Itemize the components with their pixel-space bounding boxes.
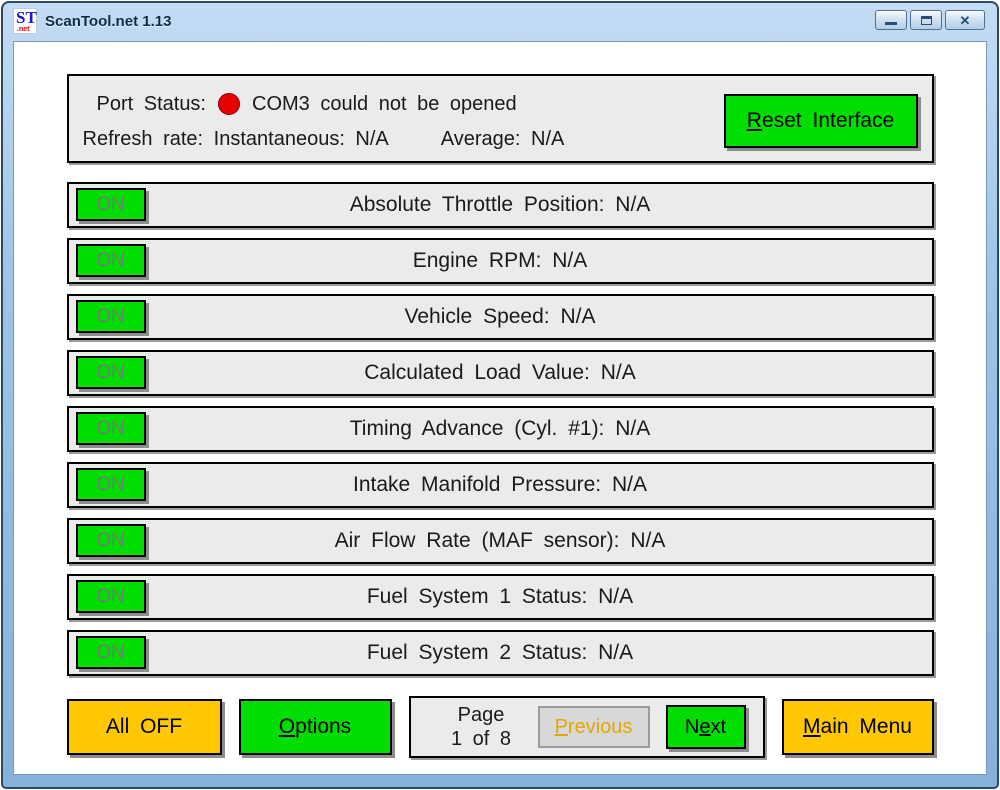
window-title: ScanTool.net 1.13 (45, 13, 171, 30)
next-page-button[interactable]: Next (666, 705, 746, 749)
page-panel: Page 1 of 8 Previous Next (409, 696, 765, 758)
page-number: 1 of 8 (429, 727, 534, 751)
port-status-label: Port Status: (97, 93, 207, 116)
next-label-pre: N (685, 716, 699, 738)
sensor-label: Absolute Throttle Position: N/A (69, 184, 932, 226)
main-menu-button[interactable]: Main Menu (782, 699, 934, 755)
previous-label-rest: revious (568, 716, 632, 738)
sensor-row-timing-advance: Timing Advance (Cyl. #1): N/A ON (67, 406, 934, 452)
sensor-label: Timing Advance (Cyl. #1): N/A (69, 408, 932, 450)
sensor-row-vehicle-speed: Vehicle Speed: N/A ON (67, 294, 934, 340)
all-off-button[interactable]: All OFF (67, 699, 222, 755)
titlebar[interactable]: ST .net ScanTool.net 1.13 ✕ (3, 3, 997, 39)
sensor-toggle-button[interactable]: ON (76, 524, 146, 557)
reset-label-rest: eset Interface (762, 109, 894, 132)
sensor-row-intake-manifold-pressure: Intake Manifold Pressure: N/A ON (67, 462, 934, 508)
next-label-key: e (699, 716, 710, 738)
reset-interface-button[interactable]: Reset Interface (724, 94, 918, 148)
sensor-toggle-button[interactable]: ON (76, 188, 146, 221)
next-label-rest: xt (711, 716, 727, 738)
sensor-toggle-button[interactable]: ON (76, 244, 146, 277)
sensor-label: Fuel System 2 Status: N/A (69, 632, 932, 674)
close-icon: ✕ (960, 14, 971, 27)
port-status-message: COM3 could not be opened (252, 93, 517, 116)
sensor-label: Air Flow Rate (MAF sensor): N/A (69, 520, 932, 562)
close-button[interactable]: ✕ (945, 10, 985, 30)
sensor-label: Vehicle Speed: N/A (69, 296, 932, 338)
sensor-toggle-button[interactable]: ON (76, 468, 146, 501)
sensor-label: Intake Manifold Pressure: N/A (69, 464, 932, 506)
options-label-key: O (279, 715, 295, 738)
sensor-toggle-button[interactable]: ON (76, 356, 146, 389)
maximize-button[interactable] (910, 10, 942, 30)
sensor-row-fuel-system-2-status: Fuel System 2 Status: N/A ON (67, 630, 934, 676)
sensor-label: Calculated Load Value: N/A (69, 352, 932, 394)
window-controls: ✕ (875, 10, 985, 30)
options-label-rest: ptions (295, 715, 351, 738)
sensor-toggle-button[interactable]: ON (76, 412, 146, 445)
app-window: ST .net ScanTool.net 1.13 ✕ Port Status:… (1, 1, 999, 789)
sensor-label: Engine RPM: N/A (69, 240, 932, 282)
app-logo-text: ST (16, 9, 37, 28)
page-indicator: Page 1 of 8 (429, 703, 534, 751)
maximize-icon (921, 16, 932, 25)
sensor-row-engine-rpm: Engine RPM: N/A ON (67, 238, 934, 284)
sensor-toggle-button[interactable]: ON (76, 300, 146, 333)
footer: All OFF Options Page 1 of 8 Previous Nex… (67, 696, 934, 758)
minimize-button[interactable] (875, 10, 907, 30)
app-logo-subtext: .net (17, 26, 29, 33)
previous-page-button[interactable]: Previous (538, 706, 650, 748)
main-menu-label-rest: ain Menu (821, 715, 912, 738)
sensor-toggle-button[interactable]: ON (76, 636, 146, 669)
average-text: Average: N/A (441, 128, 565, 151)
sensor-row-fuel-system-1-status: Fuel System 1 Status: N/A ON (67, 574, 934, 620)
reset-label-key: R (747, 109, 762, 132)
options-button[interactable]: Options (239, 699, 392, 755)
app-icon: ST .net (13, 8, 37, 34)
previous-label-key: P (555, 716, 568, 738)
refresh-rate-text: Refresh rate: Instantaneous: N/A (83, 128, 389, 151)
sensor-row-calculated-load-value: Calculated Load Value: N/A ON (67, 350, 934, 396)
sensor-toggle-button[interactable]: ON (76, 580, 146, 613)
sensor-row-air-flow-rate: Air Flow Rate (MAF sensor): N/A ON (67, 518, 934, 564)
status-panel: Port Status: COM3 could not be opened Re… (67, 74, 934, 163)
sensor-label: Fuel System 1 Status: N/A (69, 576, 932, 618)
minimize-icon (885, 22, 897, 25)
sensor-row-absolute-throttle-position: Absolute Throttle Position: N/A ON (67, 182, 934, 228)
port-status-indicator-icon (218, 93, 240, 115)
page-word: Page (429, 703, 534, 727)
content-area: Port Status: COM3 could not be opened Re… (13, 41, 987, 775)
main-menu-label-key: M (803, 715, 821, 738)
